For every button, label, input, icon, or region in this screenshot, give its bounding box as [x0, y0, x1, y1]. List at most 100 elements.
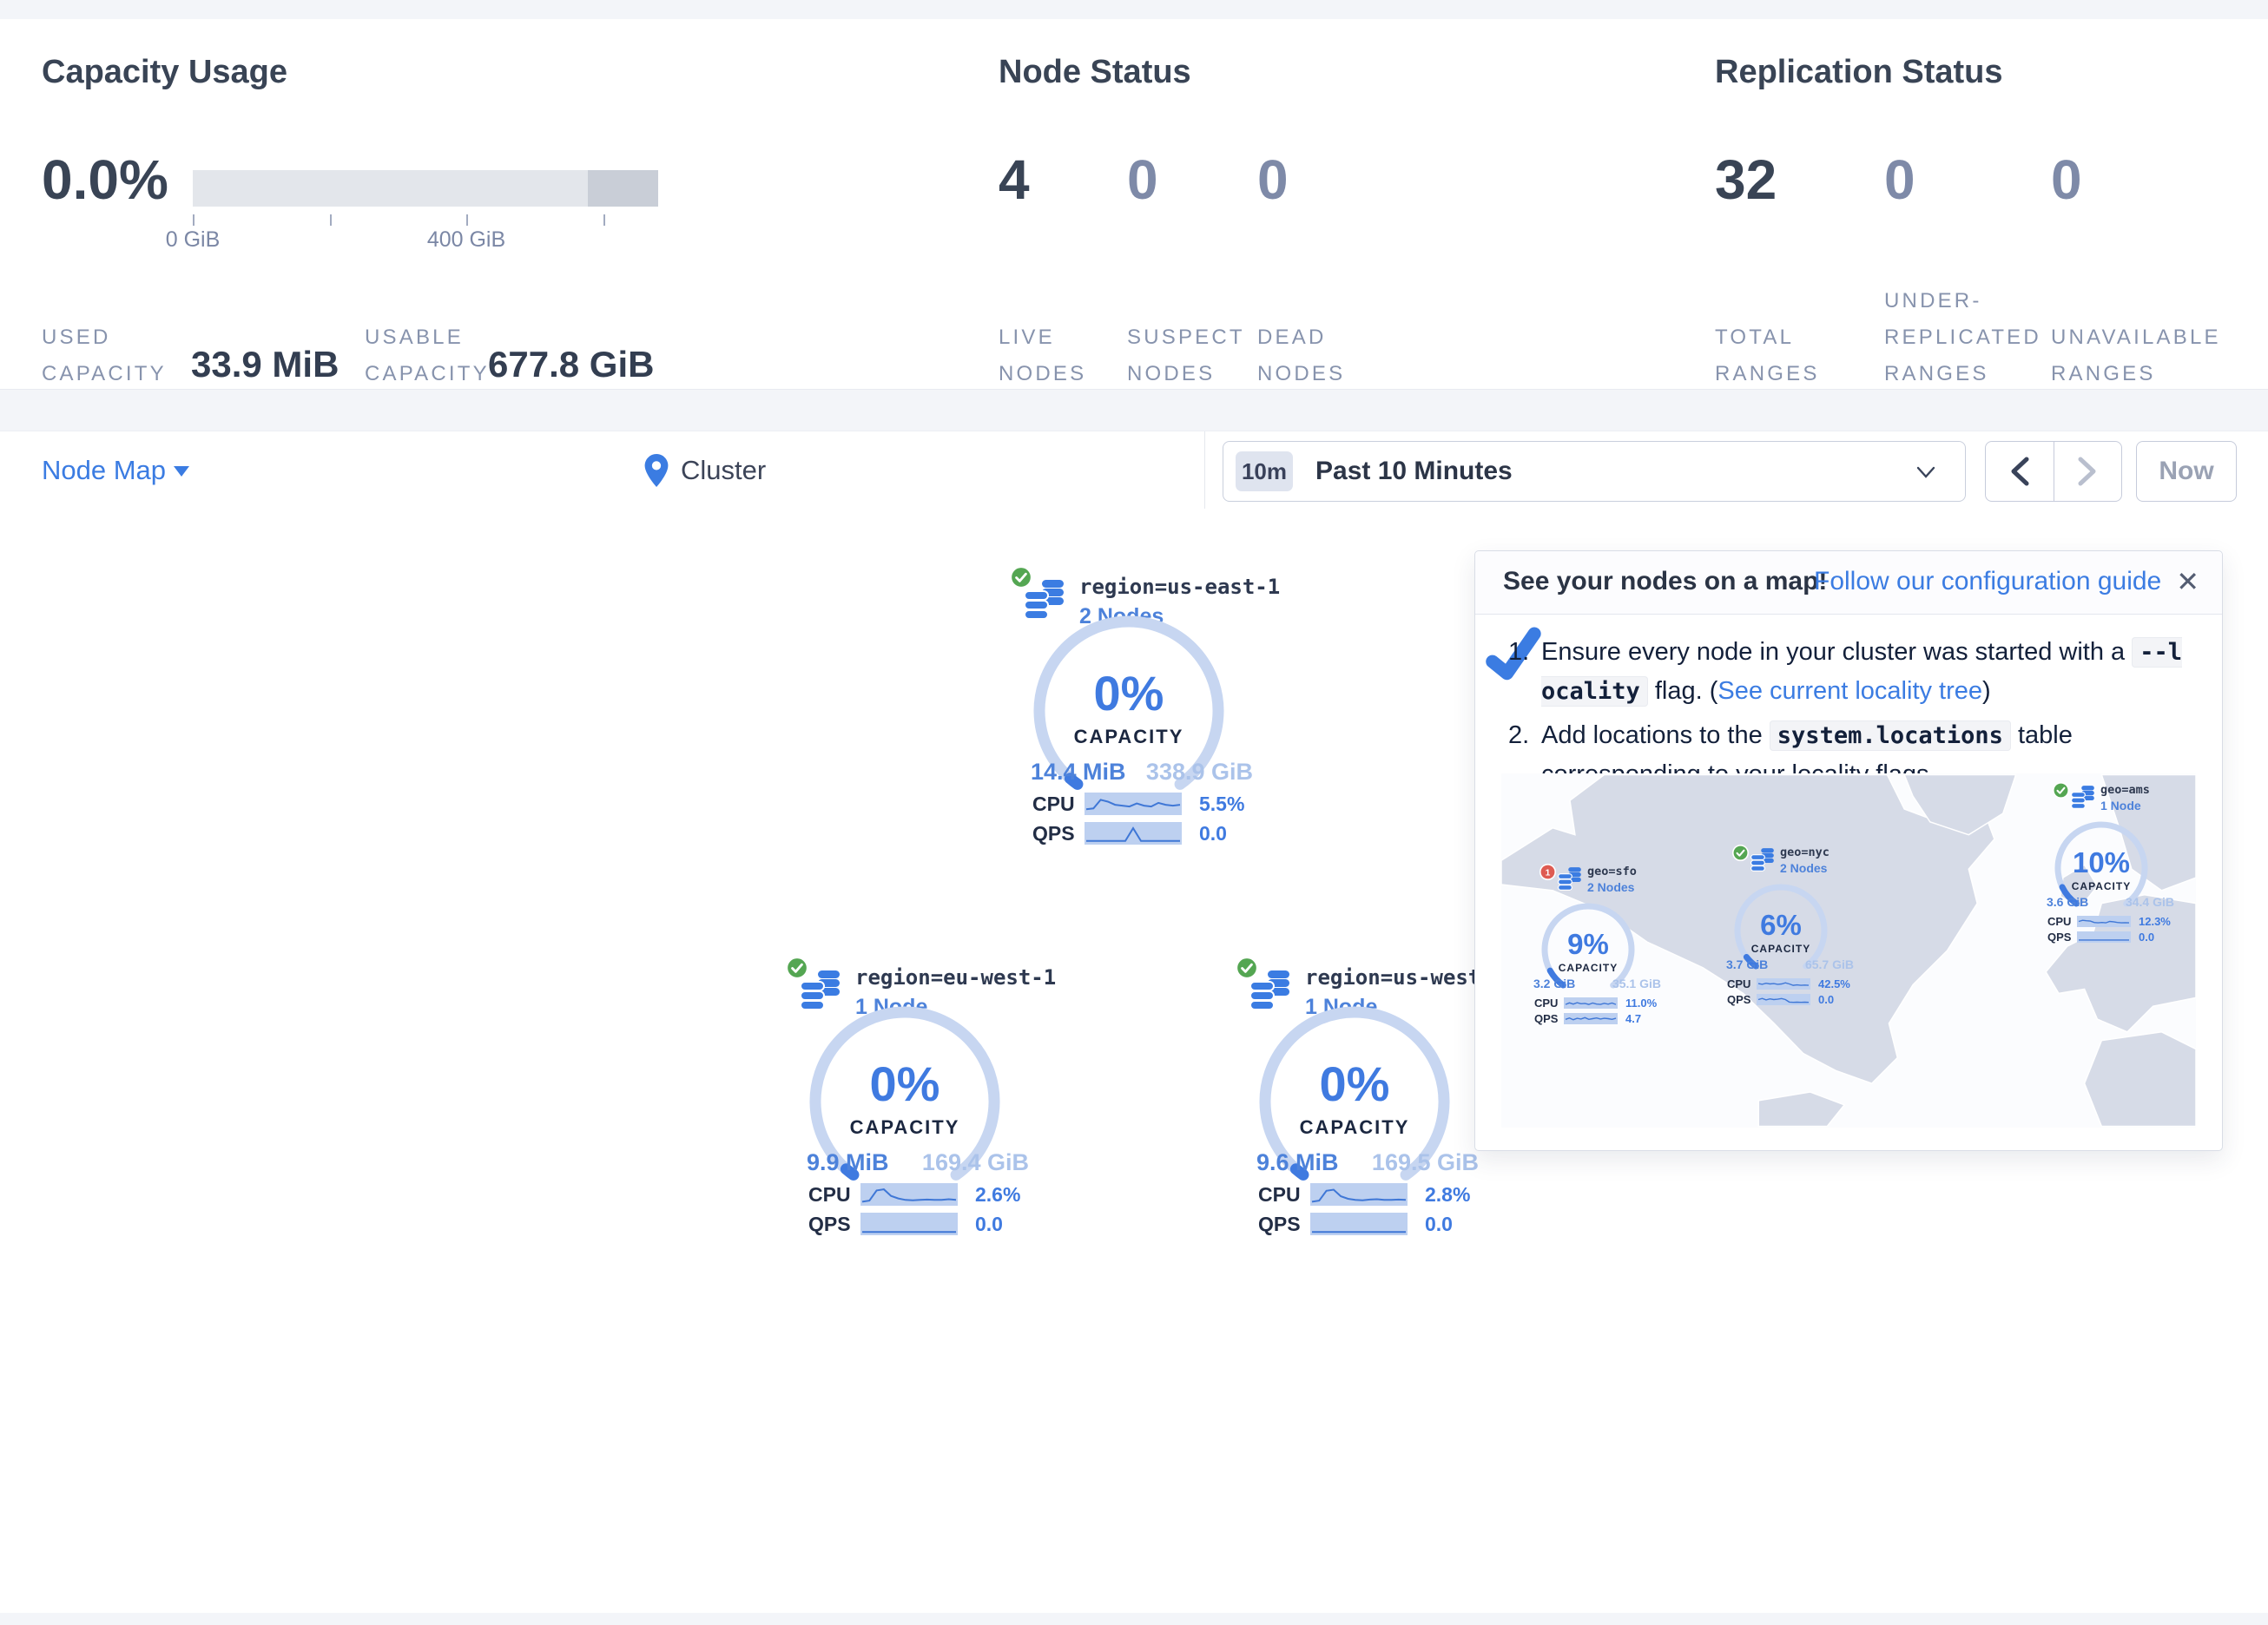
- cpu-sparkline: [1564, 997, 1618, 1009]
- database-nodes-icon: [1558, 867, 1582, 891]
- code-chip-system-locations: system.locations: [1770, 720, 2011, 751]
- mini-region-node-count: 2 Nodes: [1780, 861, 1827, 875]
- mini-region-node-count: 1 Node: [2100, 799, 2141, 812]
- capacity-used-value: 3.2 GiB: [1533, 977, 1575, 990]
- qps-value: 0.0: [1199, 822, 1227, 845]
- capacity-used-value: 3.6 GiB: [2047, 895, 2088, 909]
- capacity-gauge-label: CAPACITY: [1737, 943, 1824, 955]
- axis-tick: [330, 214, 332, 226]
- unavailable-ranges-label: UNAVAILABLERANGES: [2051, 319, 2221, 392]
- cpu-value: 2.8%: [1425, 1183, 1470, 1207]
- axis-tick: [466, 214, 468, 226]
- capacity-usable-value: 65.7 GiB: [1783, 957, 1854, 971]
- qps-sparkline: [1310, 1213, 1408, 1235]
- database-nodes-icon: [1750, 848, 1775, 872]
- view-selector-dropdown[interactable]: Node Map: [42, 431, 166, 510]
- qps-label: QPS: [2047, 931, 2077, 944]
- qps-value: 0.0: [975, 1213, 1003, 1236]
- qps-metric-row: QPS 0.0: [1258, 1212, 1475, 1236]
- region-card-us-west-1[interactable]: region=us-west-1 1 Node 0% CAPACITY 9.6 …: [1236, 957, 1489, 1245]
- time-range-label: Past 10 Minutes: [1315, 457, 1513, 486]
- mini-region-title: geo=ams: [2100, 783, 2150, 797]
- configuration-guide-link[interactable]: Follow our configuration guide: [1814, 567, 2161, 596]
- unavailable-count: 0: [2051, 148, 2082, 212]
- under-replicated-count: 0: [1884, 148, 1915, 212]
- time-step-buttons: [1985, 441, 2122, 502]
- chevron-right-icon: [2078, 457, 2097, 486]
- cpu-metric-row: CPU 2.6%: [808, 1182, 1025, 1207]
- qps-label: QPS: [808, 1213, 860, 1236]
- capacity-usable-value: 35.1 GiB: [1590, 977, 1661, 990]
- locality-tree-link[interactable]: See current locality tree: [1717, 677, 1982, 705]
- cpu-label: CPU: [1258, 1183, 1310, 1207]
- capacity-gauge-label: CAPACITY: [1545, 962, 1632, 974]
- capacity-gauge-label: CAPACITY: [801, 1116, 1009, 1139]
- qps-metric-row: QPS 0.0: [2047, 930, 2196, 944]
- cpu-value: 11.0%: [1625, 997, 1657, 1010]
- region-card-us-east-1[interactable]: region=us-east-1 2 Nodes 0% CAPACITY 14.…: [1010, 566, 1263, 854]
- capacity-used-value: 9.6 MiB: [1256, 1149, 1339, 1176]
- cpu-label: CPU: [2047, 915, 2077, 928]
- toolbar-divider: [1204, 431, 1205, 510]
- axis-tick-label: 400 GiB: [405, 227, 527, 253]
- used-capacity-value: 33.9 MiB: [191, 344, 339, 385]
- capacity-gauge-label: CAPACITY: [1250, 1116, 1459, 1139]
- capacity-percent: 10%: [2058, 846, 2145, 879]
- map-pin-icon: [644, 454, 669, 487]
- node-status-title: Node Status: [999, 54, 1191, 91]
- qps-metric-row: QPS 0.0: [1032, 821, 1249, 845]
- replication-status-section: Replication Status 32 0 0 TOTALRANGES UN…: [1715, 19, 2268, 389]
- dead-nodes-label: DEADNODES: [1257, 319, 1345, 392]
- qps-metric-row: QPS 0.0: [1727, 992, 1880, 1006]
- cpu-metric-row: CPU 2.8%: [1258, 1182, 1475, 1207]
- cpu-label: CPU: [1727, 977, 1757, 990]
- qps-sparkline: [1085, 822, 1182, 845]
- time-range-dropdown[interactable]: 10m Past 10 Minutes: [1223, 441, 1966, 502]
- capacity-usable-value: 169.5 GiB: [1347, 1149, 1479, 1176]
- capacity-percent: 9%: [1545, 928, 1632, 961]
- cluster-overview-panel: Capacity Usage 0.0% 0 GiB 400 GiB USED C…: [0, 19, 2268, 390]
- database-nodes-icon: [2071, 786, 2095, 809]
- qps-sparkline: [1757, 994, 1810, 1005]
- capacity-used-value: 14.4 MiB: [1031, 759, 1126, 786]
- capacity-percent: 0%: [801, 1056, 1009, 1112]
- breadcrumb[interactable]: Cluster: [644, 431, 766, 510]
- replication-status-title: Replication Status: [1715, 54, 2003, 91]
- now-button[interactable]: Now: [2136, 441, 2237, 502]
- capacity-usable-value: 338.9 GiB: [1121, 759, 1253, 786]
- suspect-nodes-label: SUSPECTNODES: [1127, 319, 1245, 392]
- cpu-sparkline: [1757, 978, 1810, 990]
- qps-value: 4.7: [1625, 1012, 1641, 1025]
- prev-interval-button[interactable]: [1986, 442, 2054, 501]
- time-range-badge: 10m: [1236, 451, 1293, 491]
- cpu-sparkline: [860, 1183, 958, 1206]
- close-icon[interactable]: ✕: [2176, 565, 2199, 598]
- suspect-nodes-count: 0: [1127, 148, 1158, 212]
- configuration-steps: 1.Ensure every node in your cluster was …: [1503, 633, 2194, 793]
- node-status-section: Node Status 4 0 0 LIVENODES SUSPECTNODES…: [999, 19, 1450, 389]
- capacity-bar-reserved-segment: [588, 170, 658, 207]
- live-nodes-count: 4: [999, 148, 1030, 212]
- cpu-value: 2.6%: [975, 1183, 1020, 1207]
- capacity-usable-value: 34.4 GiB: [2103, 895, 2174, 909]
- capacity-gauge-label: CAPACITY: [2058, 880, 2145, 892]
- axis-tick: [603, 214, 605, 226]
- tooltip-header: See your nodes on a map! Follow our conf…: [1475, 551, 2222, 615]
- qps-label: QPS: [1534, 1012, 1564, 1025]
- axis-tick-label: 0 GiB: [132, 227, 254, 253]
- mini-region-title: geo=nyc: [1780, 845, 1830, 859]
- region-title: region=us-east-1: [1079, 575, 1280, 599]
- usable-capacity-value: 677.8 GiB: [488, 344, 654, 385]
- qps-value: 0.0: [1818, 993, 1834, 1006]
- healthy-check-icon: [1732, 845, 1749, 861]
- cpu-label: CPU: [808, 1183, 860, 1207]
- used-capacity-label: USED CAPACITY: [42, 319, 167, 392]
- capacity-percent: 0%: [1025, 665, 1233, 721]
- capacity-used-value: 3.7 GiB: [1726, 957, 1768, 971]
- error-badge-icon: 1: [1539, 864, 1556, 880]
- qps-label: QPS: [1727, 993, 1757, 1006]
- total-ranges-count: 32: [1715, 148, 1777, 212]
- next-interval-button[interactable]: [2054, 442, 2122, 501]
- region-card-eu-west-1[interactable]: region=eu-west-1 1 Node 0% CAPACITY 9.9 …: [786, 957, 1039, 1245]
- cpu-label: CPU: [1534, 997, 1564, 1010]
